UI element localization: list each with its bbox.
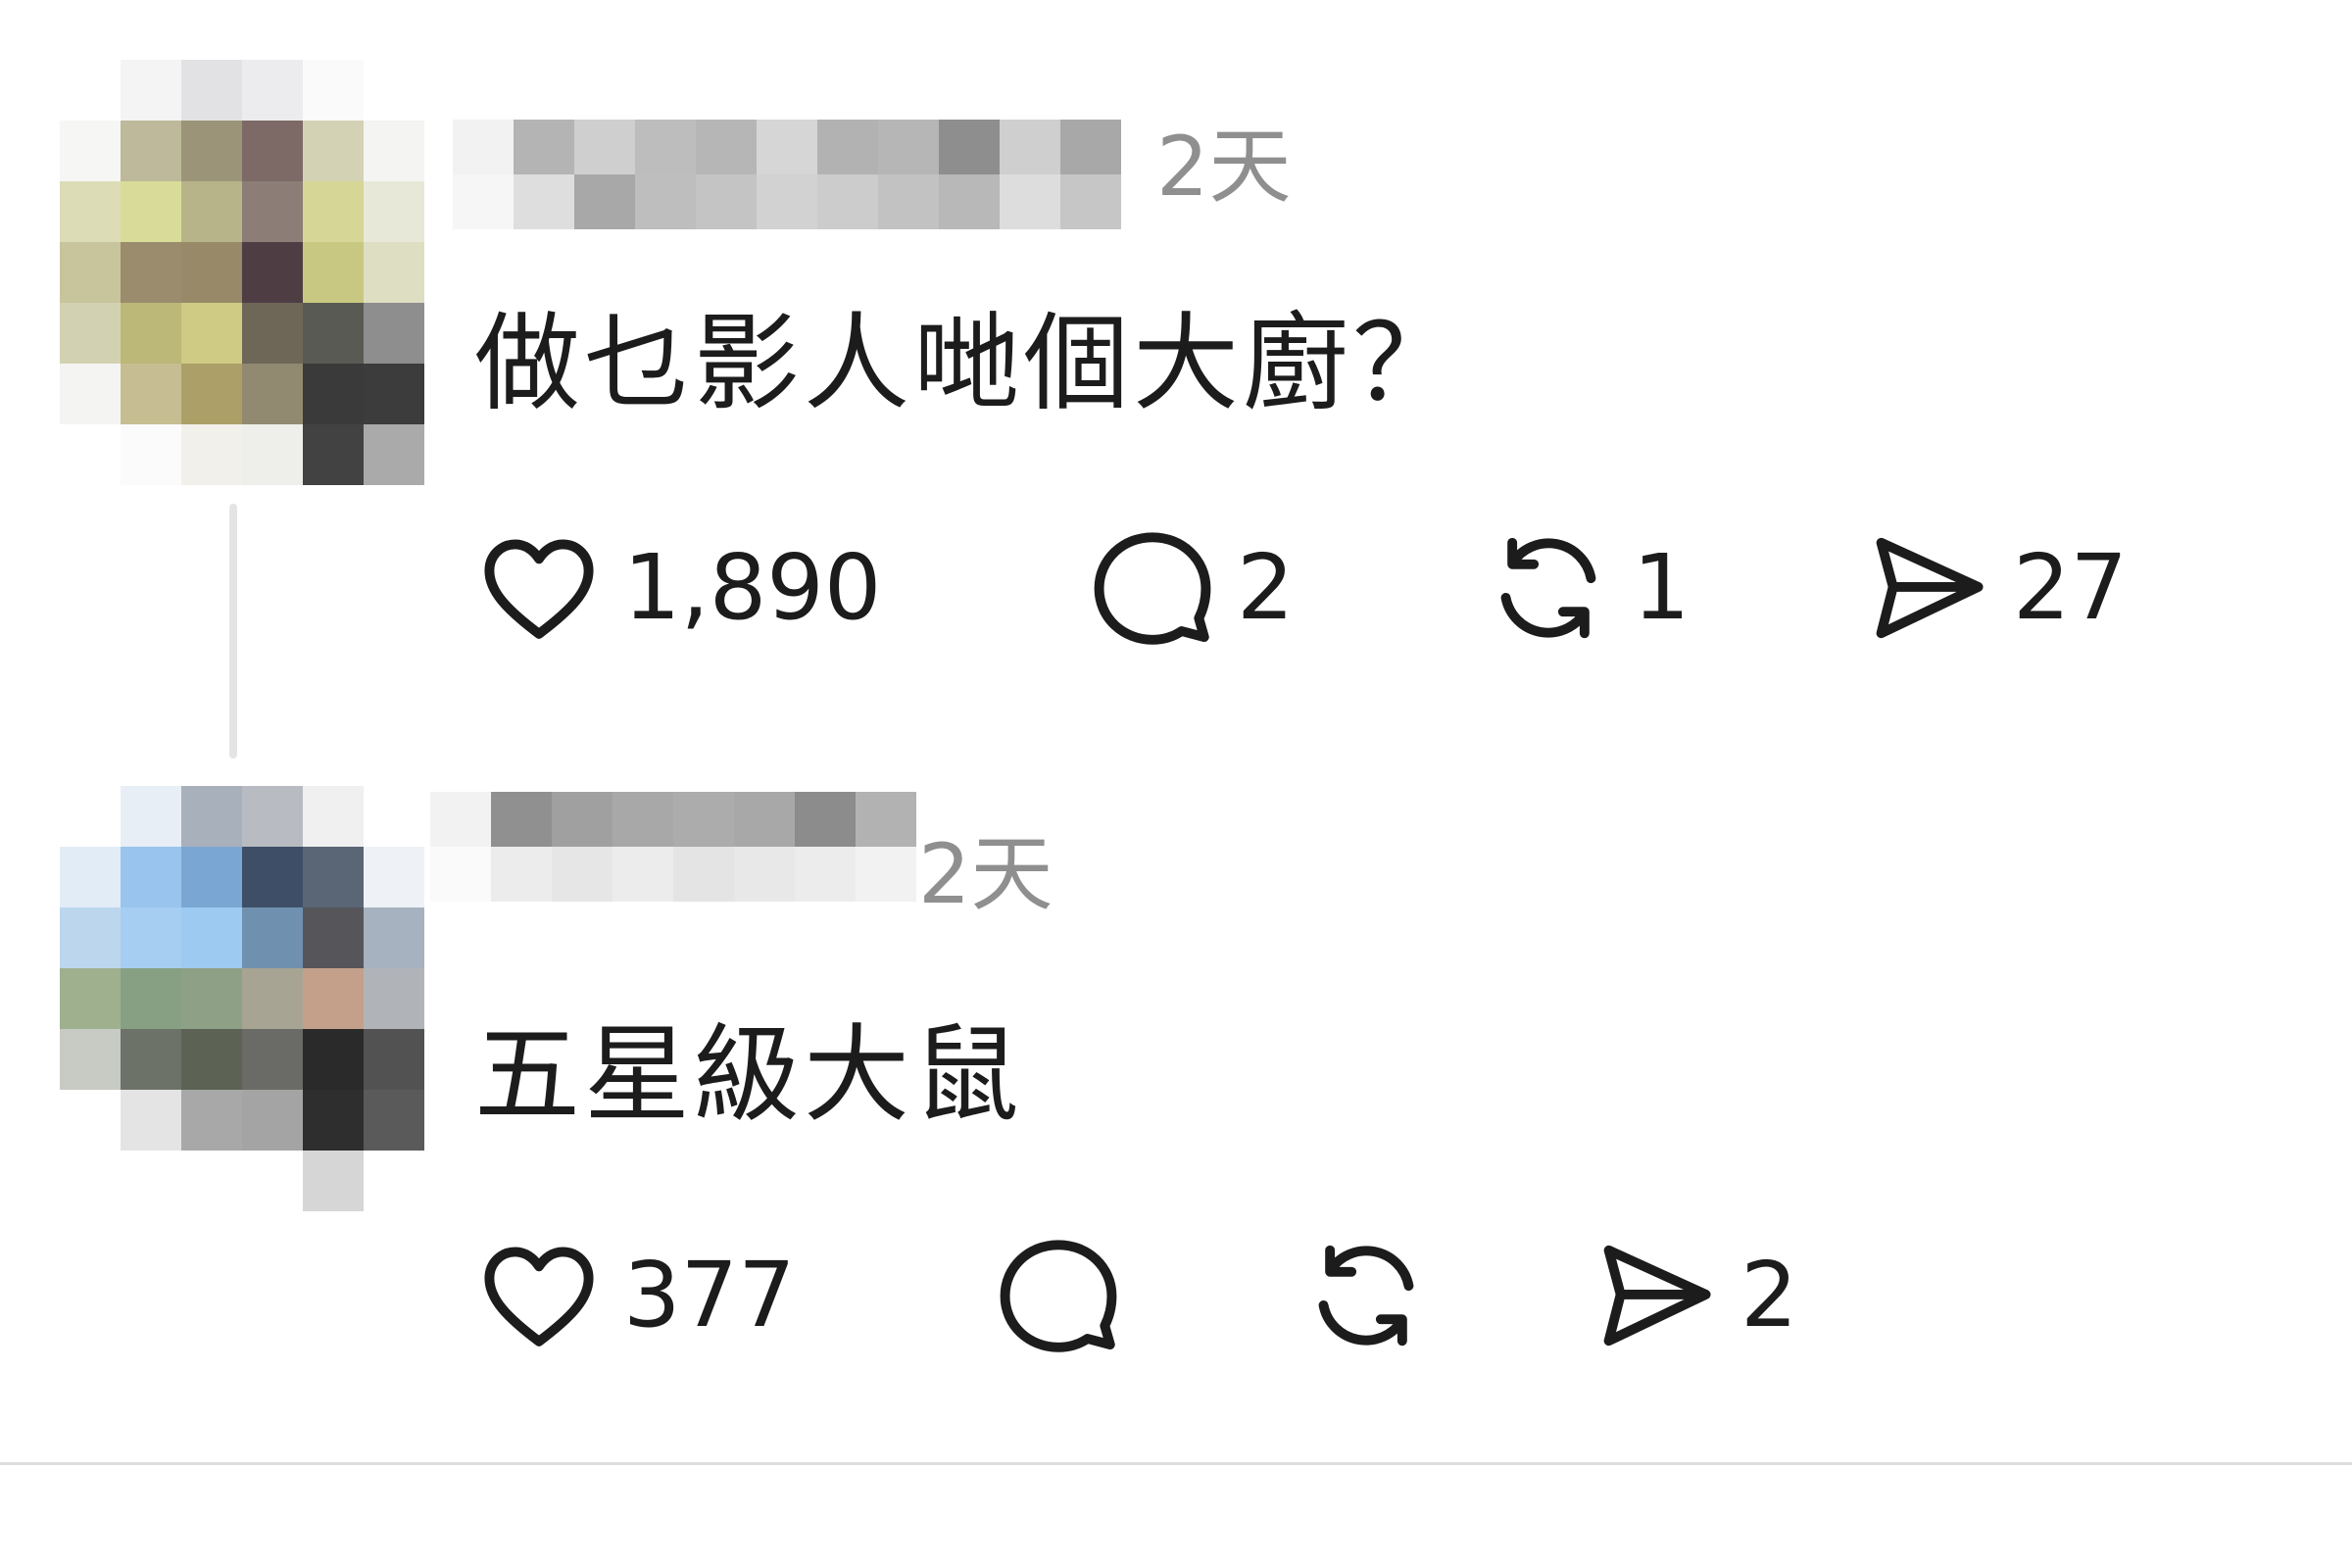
share-button[interactable]: 2 [1592, 1237, 1798, 1354]
share-count: 2 [1740, 1243, 1798, 1348]
repost-icon [1318, 1245, 1414, 1347]
like-button[interactable]: 377 [474, 1237, 796, 1354]
avatar[interactable] [60, 786, 428, 1211]
send-icon [1603, 1245, 1711, 1347]
speech-bubble-icon [1000, 1240, 1117, 1352]
heart-icon [484, 1247, 594, 1347]
action-bar: 377 2 [474, 1237, 2238, 1354]
reply-button[interactable] [994, 1237, 1123, 1354]
comment-post: 2天 五星級大鼠 377 2 [0, 0, 2352, 1352]
timestamp: 2天 [918, 826, 1054, 922]
repost-button[interactable] [1301, 1237, 1431, 1354]
like-count: 377 [623, 1243, 796, 1348]
comment-text: 五星級大鼠 [474, 1014, 1024, 1137]
username-pixelated[interactable] [430, 792, 916, 902]
divider [0, 1462, 2352, 1465]
